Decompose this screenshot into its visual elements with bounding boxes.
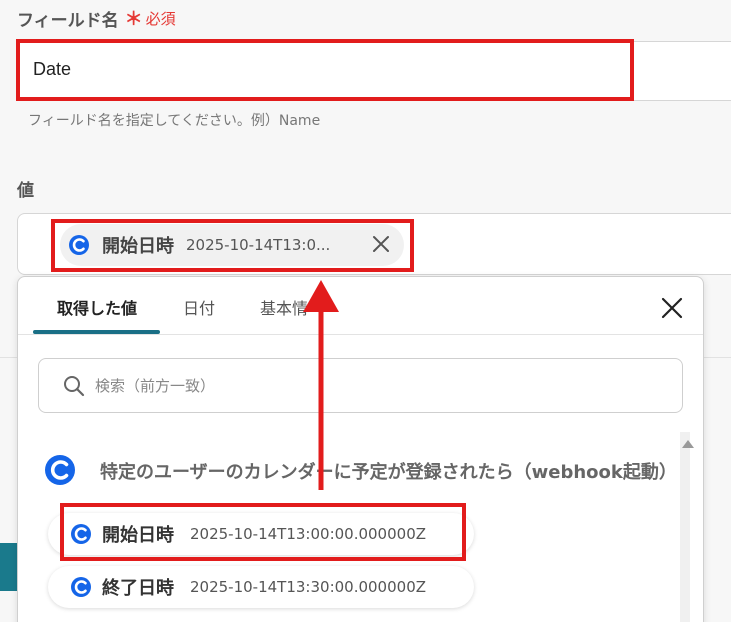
background-button[interactable]	[0, 543, 17, 591]
value-option-end[interactable]: 終了日時 2025-10-14T13:30:00.000000Z	[48, 566, 474, 608]
active-tab-indicator	[33, 330, 160, 334]
tab-acquired-values[interactable]: 取得した値	[57, 295, 137, 319]
trigger-group-title: 特定のユーザーのカレンダーに予定が登録されたら（webhook起動）	[100, 462, 677, 483]
scrollbar[interactable]	[680, 432, 690, 622]
tab-date[interactable]: 日付	[183, 295, 215, 319]
field-name-label-text: フィールド名	[17, 10, 119, 31]
required-star: ＊	[124, 9, 143, 30]
close-icon[interactable]	[660, 296, 684, 320]
highlight-field-name	[16, 39, 634, 101]
scroll-up-icon[interactable]	[682, 440, 694, 448]
search-input[interactable]: 検索（前方一致）	[38, 358, 683, 413]
value-label: 値	[17, 181, 34, 201]
required-text: 必須	[145, 9, 176, 28]
field-name-label: フィールド名 ＊ 必須	[17, 5, 176, 31]
tabs-divider	[18, 334, 703, 335]
field-name-hint: フィールド名を指定してください。例）Name	[28, 113, 321, 129]
option-value: 2025-10-14T13:30:00.000000Z	[190, 578, 427, 596]
option-label: 終了日時	[102, 578, 174, 599]
app-logo-icon	[45, 455, 75, 485]
tab-basic-info[interactable]: 基本情	[260, 295, 308, 319]
highlight-start-option	[60, 503, 466, 561]
app-logo-icon	[71, 577, 91, 597]
search-icon	[64, 375, 85, 396]
highlight-value-chip	[51, 219, 414, 272]
search-placeholder: 検索（前方一致）	[95, 377, 216, 395]
